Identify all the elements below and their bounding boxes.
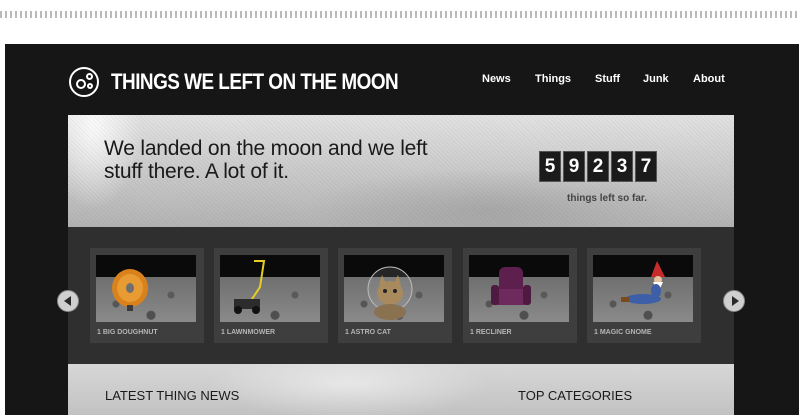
latest-news-heading: LATEST THING NEWS xyxy=(105,388,240,403)
carousel-item-label: 1 LAWNMOWER xyxy=(221,329,276,336)
hero-banner: We landed on the moon and we left stuff … xyxy=(68,115,734,227)
recliner-image xyxy=(469,255,569,322)
carousel-next-button[interactable] xyxy=(723,290,745,312)
carousel-item[interactable]: 1 BIG DOUGHNUT xyxy=(90,248,204,343)
carousel-item-label: 1 ASTRO CAT xyxy=(345,329,391,336)
counter-digit: 2 xyxy=(587,151,609,182)
carousel-item-label: 1 BIG DOUGHNUT xyxy=(97,329,158,336)
content-section: LATEST THING NEWS TOP CATEGORIES xyxy=(68,364,734,415)
chevron-right-icon xyxy=(731,296,739,306)
chevron-left-icon xyxy=(63,296,71,306)
things-counter: 5 9 2 3 7 xyxy=(539,151,657,182)
counter-digit: 7 xyxy=(635,151,657,182)
astro-cat-image xyxy=(344,255,444,322)
moon-logo-icon[interactable] xyxy=(69,67,99,97)
nav-news[interactable]: News xyxy=(482,73,511,85)
counter-digit: 5 xyxy=(539,151,561,182)
nav-about[interactable]: About xyxy=(693,73,725,85)
carousel-item[interactable]: 1 RECLINER xyxy=(463,248,577,343)
nav-stuff[interactable]: Stuff xyxy=(595,73,620,85)
decorative-stripe xyxy=(0,11,799,18)
counter-digit: 9 xyxy=(563,151,585,182)
carousel-item-label: 1 RECLINER xyxy=(470,329,512,336)
counter-caption: things left so far. xyxy=(567,193,648,204)
lawnmower-image xyxy=(220,255,320,322)
things-carousel: 1 BIG DOUGHNUT 1 LAWNMOWER 1 ASTRO CAT 1… xyxy=(68,227,734,364)
carousel-prev-button[interactable] xyxy=(57,290,79,312)
site-title[interactable]: THINGS WE LEFT ON THE MOON xyxy=(111,69,399,95)
carousel-item-label: 1 MAGIC GNOME xyxy=(594,329,652,336)
counter-digit: 3 xyxy=(611,151,633,182)
gnome-image xyxy=(593,255,693,322)
site-frame: THINGS WE LEFT ON THE MOON News Things S… xyxy=(5,44,799,415)
carousel-item[interactable]: 1 MAGIC GNOME xyxy=(587,248,701,343)
hero-headline: We landed on the moon and we left stuff … xyxy=(104,137,428,183)
top-categories-heading: TOP CATEGORIES xyxy=(518,388,633,403)
nav-things[interactable]: Things xyxy=(535,73,571,85)
carousel-item[interactable]: 1 ASTRO CAT xyxy=(338,248,452,343)
nav-junk[interactable]: Junk xyxy=(643,73,669,85)
carousel-item[interactable]: 1 LAWNMOWER xyxy=(214,248,328,343)
doughnut-image xyxy=(96,255,196,322)
